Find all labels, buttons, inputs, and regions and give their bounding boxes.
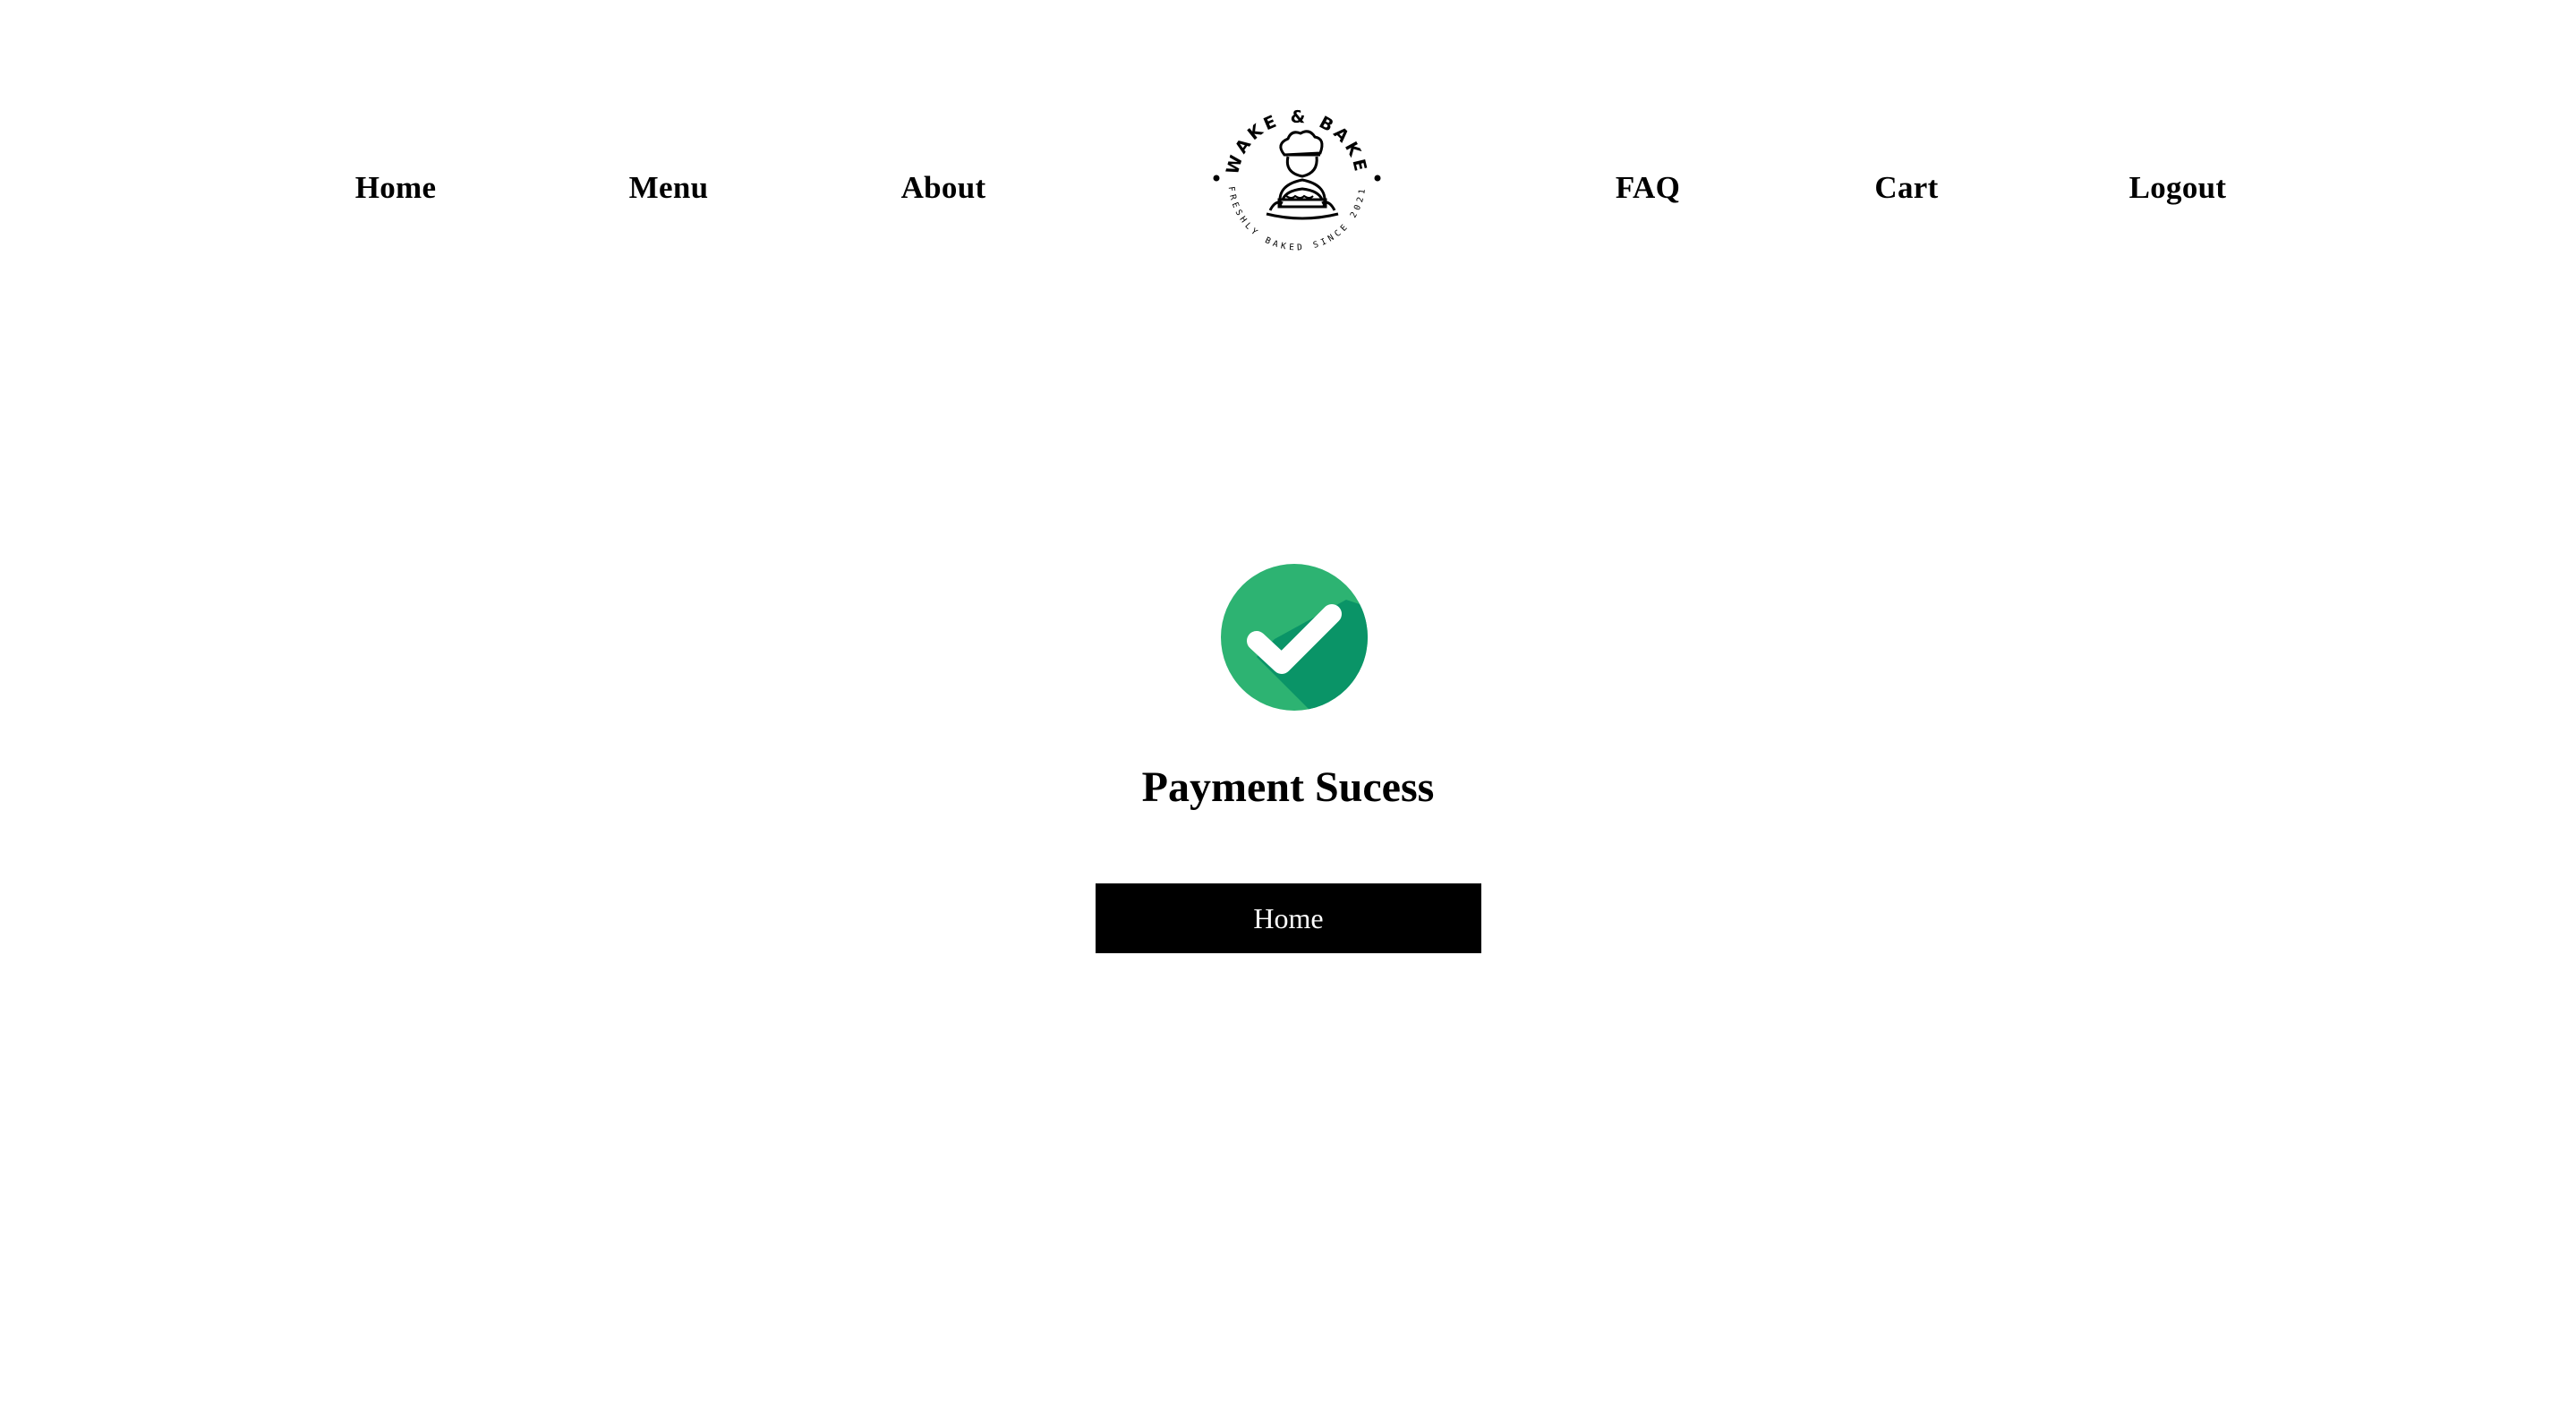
nav-home-link[interactable]: Home xyxy=(355,168,437,208)
nav-menu-link[interactable]: Menu xyxy=(629,168,709,208)
home-button[interactable]: Home xyxy=(1096,883,1481,953)
nav-faq-link[interactable]: FAQ xyxy=(1616,168,1680,208)
check-circle-icon xyxy=(1221,564,1368,711)
nav-cart-link[interactable]: Cart xyxy=(1874,168,1938,208)
nav-logout-link[interactable]: Logout xyxy=(2129,168,2227,208)
brand-logo[interactable]: WAKE & BAKE FRESHLY BAKED SINCE 2021 xyxy=(1207,92,1386,271)
nav-about-link[interactable]: About xyxy=(901,168,986,208)
payment-status-heading: Payment Sucess xyxy=(1141,763,1435,811)
baker-chef-icon: WAKE & BAKE FRESHLY BAKED SINCE 2021 xyxy=(1213,107,1381,253)
svg-text:WAKE & BAKE: WAKE & BAKE xyxy=(1223,107,1371,177)
